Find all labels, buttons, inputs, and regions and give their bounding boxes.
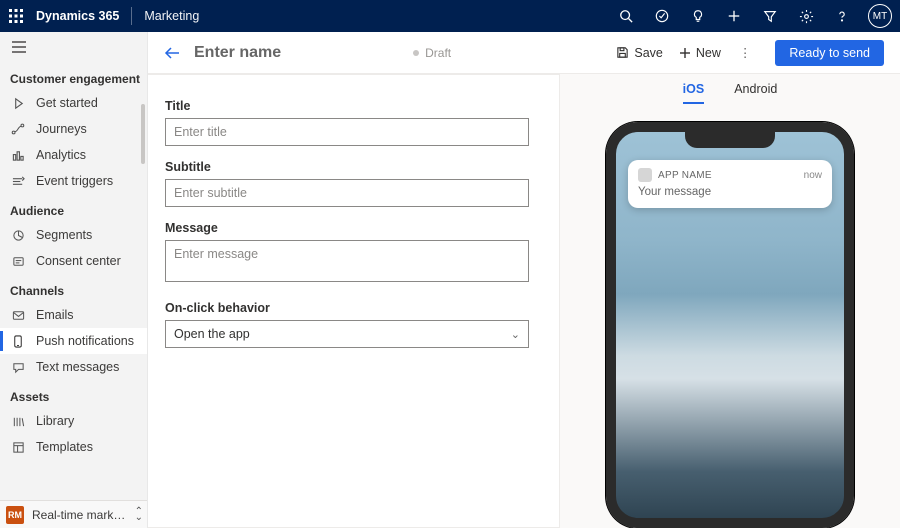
- nav-analytics[interactable]: Analytics: [0, 142, 147, 168]
- nav-event-triggers[interactable]: Event triggers: [0, 168, 147, 194]
- text-icon: [10, 359, 26, 375]
- status-text: Draft: [425, 46, 451, 60]
- save-button[interactable]: Save: [614, 42, 665, 64]
- lightbulb-icon[interactable]: [680, 0, 716, 32]
- mail-icon: [10, 307, 26, 323]
- nav-scrollbar[interactable]: [141, 104, 145, 164]
- filter-icon[interactable]: [752, 0, 788, 32]
- settings-icon[interactable]: [788, 0, 824, 32]
- nav-label: Emails: [36, 308, 74, 322]
- save-label: Save: [634, 46, 663, 60]
- nav-library[interactable]: Library: [0, 408, 147, 434]
- more-menu-icon[interactable]: ⋮: [735, 45, 756, 60]
- nav-label: Templates: [36, 440, 93, 454]
- nav-templates[interactable]: Templates: [0, 434, 147, 460]
- app-name-label: APP NAME: [658, 170, 798, 181]
- title-input[interactable]: [165, 118, 529, 146]
- new-label: New: [696, 46, 721, 60]
- nav-label: Consent center: [36, 254, 121, 268]
- onclick-label: On-click behavior: [165, 301, 529, 315]
- message-input[interactable]: [165, 240, 529, 282]
- preview-pane: iOS Android APP NAME now Your message: [560, 74, 900, 528]
- global-header: Dynamics 365 Marketing MT: [0, 0, 900, 32]
- status-badge: Draft: [413, 46, 451, 60]
- nav-section-title: Channels: [0, 274, 147, 302]
- left-nav: Customer engagement Get started Journeys…: [0, 32, 148, 528]
- nav-text-messages[interactable]: Text messages: [0, 354, 147, 380]
- nav-section-title: Assets: [0, 380, 147, 408]
- tab-android[interactable]: Android: [734, 82, 777, 104]
- segments-icon: [10, 227, 26, 243]
- nav-label: Analytics: [36, 148, 86, 162]
- nav-label: Text messages: [36, 360, 119, 374]
- subtitle-input[interactable]: [165, 179, 529, 207]
- add-icon[interactable]: [716, 0, 752, 32]
- message-label: Message: [165, 221, 529, 235]
- page-title[interactable]: Enter name: [194, 44, 281, 62]
- consent-icon: [10, 253, 26, 269]
- module-name: Marketing: [144, 9, 199, 23]
- nav-label: Library: [36, 414, 74, 428]
- back-icon[interactable]: [164, 46, 182, 60]
- nav-label: Journeys: [36, 122, 87, 136]
- help-icon[interactable]: [824, 0, 860, 32]
- save-icon: [616, 46, 629, 59]
- notif-time: now: [804, 170, 822, 181]
- switcher-tile: RM: [6, 506, 24, 524]
- area-switcher[interactable]: RM Real-time marketi... ⌃⌄: [0, 500, 147, 528]
- analytics-icon: [10, 147, 26, 163]
- nav-journeys[interactable]: Journeys: [0, 116, 147, 142]
- new-button[interactable]: New: [677, 42, 723, 64]
- task-icon[interactable]: [644, 0, 680, 32]
- app-icon-placeholder: [638, 168, 652, 182]
- tab-ios[interactable]: iOS: [683, 82, 705, 104]
- onclick-select[interactable]: Open the app ⌄: [165, 320, 529, 348]
- nav-label: Event triggers: [36, 174, 113, 188]
- updown-chevron-icon: ⌃⌄: [135, 509, 147, 521]
- form-card: Title Subtitle Message On-click behavior…: [148, 74, 560, 528]
- plus-icon: [679, 47, 691, 59]
- nav-push-notifications[interactable]: Push notifications: [0, 328, 147, 354]
- nav-emails[interactable]: Emails: [0, 302, 147, 328]
- title-label: Title: [165, 99, 529, 113]
- avatar-initials: MT: [873, 11, 887, 22]
- search-icon[interactable]: [608, 0, 644, 32]
- header-divider: [131, 7, 132, 25]
- hamburger-icon[interactable]: [0, 32, 147, 62]
- app-launcher-icon[interactable]: [0, 0, 32, 32]
- nav-label: Get started: [36, 96, 98, 110]
- chevron-down-icon: ⌄: [511, 328, 520, 341]
- switcher-label: Real-time marketi...: [32, 508, 127, 522]
- library-icon: [10, 413, 26, 429]
- phone-mock: APP NAME now Your message: [606, 122, 854, 528]
- play-icon: [10, 95, 26, 111]
- nav-label: Push notifications: [36, 334, 134, 348]
- phone-notch: [685, 132, 775, 148]
- notif-message: Your message: [638, 186, 822, 198]
- brand-name: Dynamics 365: [36, 9, 119, 23]
- nav-section-title: Audience: [0, 194, 147, 222]
- subtitle-label: Subtitle: [165, 160, 529, 174]
- status-dot-icon: [413, 50, 419, 56]
- command-bar: Enter name Draft Save New ⋮ Ready to sen…: [148, 32, 900, 74]
- ready-to-send-button[interactable]: Ready to send: [775, 40, 884, 66]
- templates-icon: [10, 439, 26, 455]
- nav-section-title: Customer engagement: [0, 62, 147, 90]
- nav-segments[interactable]: Segments: [0, 222, 147, 248]
- onclick-value: Open the app: [174, 327, 250, 341]
- nav-consent-center[interactable]: Consent center: [0, 248, 147, 274]
- notification-preview: APP NAME now Your message: [628, 160, 832, 208]
- nav-label: Segments: [36, 228, 92, 242]
- trigger-icon: [10, 173, 26, 189]
- user-avatar[interactable]: MT: [868, 4, 892, 28]
- journey-icon: [10, 121, 26, 137]
- nav-get-started[interactable]: Get started: [0, 90, 147, 116]
- push-icon: [10, 333, 26, 349]
- preview-tabs: iOS Android: [683, 82, 778, 104]
